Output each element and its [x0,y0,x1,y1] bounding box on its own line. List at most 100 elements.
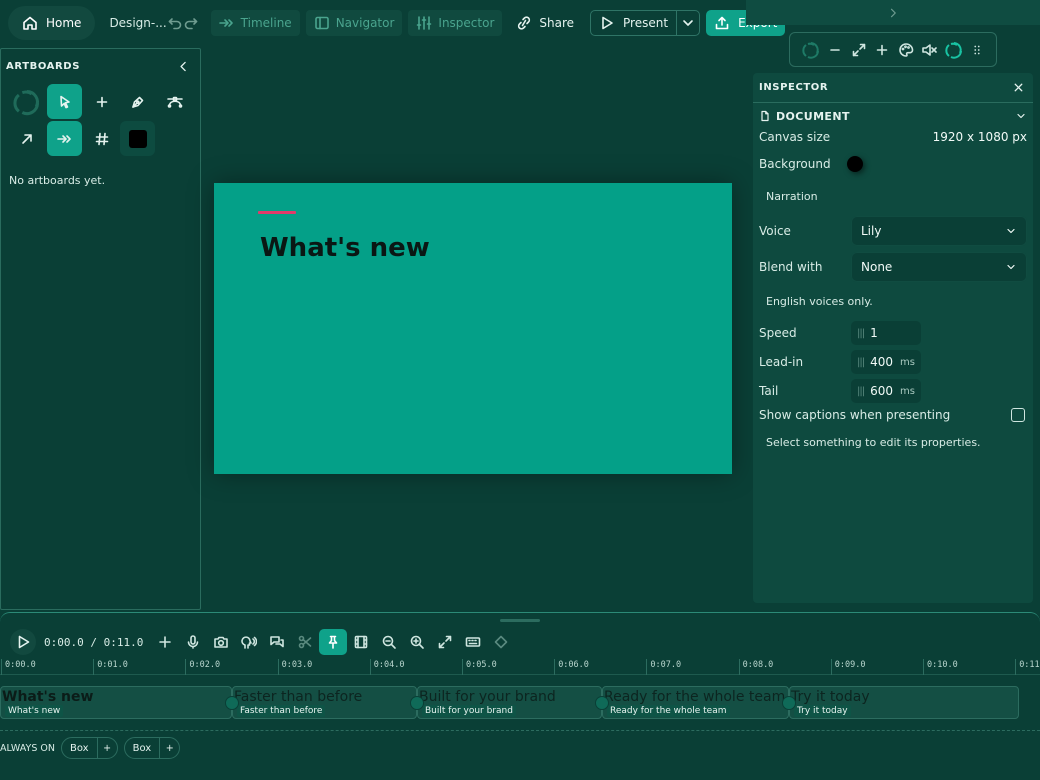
document-name[interactable]: Design-... [109,16,166,30]
inspector-title: INSPECTOR [759,82,829,93]
document-section-title: DOCUMENT [776,109,850,123]
always-on-add-button[interactable]: + [96,738,117,758]
clip-label: What's new [5,705,64,717]
navigator-toggle[interactable]: Navigator [305,10,403,36]
slide-title[interactable]: What's new [260,233,430,263]
view-controls [789,32,997,67]
timeline-resize-handle[interactable] [500,619,540,622]
pen-tool[interactable] [120,84,155,119]
always-on-chip[interactable]: Box + [123,737,181,759]
pin-button[interactable] [319,629,348,655]
speed-input[interactable]: ||| 1 [851,321,921,345]
top-toolbar: Home Design-... Timeline Navigator Inspe… [0,0,786,46]
logo-tool[interactable] [9,84,44,119]
motion-tool[interactable] [47,121,82,156]
time-ruler[interactable]: 0:00.0 0:01.0 0:02.0 0:03.0 0:04.0 0:05.0 0:06… [0,659,1040,675]
inspector-toggle[interactable]: Inspector [408,10,503,36]
voice-select[interactable]: Lily [851,216,1027,246]
transition-handle[interactable] [782,696,796,710]
leadin-input[interactable]: ||| 400 ms [851,350,921,374]
speaking-head-icon [241,636,258,649]
document-icon [761,110,769,122]
add-tool[interactable] [84,84,119,119]
home-button[interactable]: Home [8,6,96,40]
timeline-toggle[interactable]: Timeline [210,10,300,36]
timeline-clip[interactable]: Try it today Try it today [789,686,1019,719]
play-icon [18,635,30,649]
undo-button[interactable] [167,10,183,36]
color-swatch-tool[interactable] [120,121,155,156]
ruler-tick: 0:09.0 [830,659,866,675]
snapshot-button[interactable] [207,629,235,655]
filmstrip-button[interactable] [347,629,375,655]
always-on-chip[interactable]: Box + [61,737,118,759]
palette-icon [898,42,914,57]
arrow-tool[interactable] [9,121,44,156]
chevron-right-icon [890,8,896,17]
ruler-tick: 0:04.0 [369,659,405,675]
ruler-tick: 0:07.0 [646,659,681,675]
ai-assistant-button[interactable] [945,41,963,59]
captions-checkbox[interactable] [1011,408,1025,422]
timeline-clip[interactable]: Ready for the whole team Ready for the wh… [602,686,789,719]
tail-row: Tail ||| 600 ms [759,379,1027,403]
background-color-picker[interactable] [847,156,863,172]
time-divider: / [90,635,97,649]
play-button[interactable] [10,629,36,655]
logo-icon [802,41,820,59]
tail-input[interactable]: ||| 600 ms [851,379,921,403]
grid-tool[interactable] [84,121,119,156]
timeline-clip[interactable]: Built for your brand Built for your brand [417,686,602,719]
comments-button[interactable] [263,629,291,655]
record-audio-button[interactable] [179,629,207,655]
redo-button[interactable] [183,10,199,36]
keyframe-button[interactable] [487,629,515,655]
canvas-size-row: Canvas size 1920 x 1080 px [759,130,1027,144]
present-button[interactable]: Present [591,11,678,35]
theme-button[interactable] [898,42,914,58]
clip-label: Built for your brand [422,705,516,717]
slide-canvas[interactable]: What's new [214,183,732,474]
share-button[interactable]: Share [508,10,582,36]
voice-select-value: Lily [861,224,882,238]
add-button[interactable] [151,629,179,655]
split-button[interactable] [291,629,319,655]
clip-label: Ready for the whole team [607,705,730,717]
blend-select[interactable]: None [851,252,1027,282]
scrub-handle-icon[interactable]: ||| [857,357,865,368]
timeline-clip[interactable]: What's new What's new [0,686,232,719]
transition-handle[interactable] [225,696,239,710]
ruler-tick: 0:00.0 [1,659,36,675]
always-on-label: ALWAYS ON [0,742,55,754]
fit-timeline-button[interactable] [431,629,459,655]
close-inspector-button[interactable] [1012,81,1025,94]
scrub-handle-icon[interactable]: ||| [857,328,865,339]
select-tool[interactable] [47,84,82,119]
curve-tool[interactable] [157,84,192,119]
home-icon [23,16,37,30]
navigator-toggle-label: Navigator [335,16,395,30]
zoom-in-button[interactable] [874,42,890,58]
leadin-unit: ms [900,356,915,368]
timeline-clip[interactable]: Faster than before Faster than before [232,686,417,719]
scrub-handle-icon[interactable]: ||| [857,386,865,397]
zoom-out-timeline-button[interactable] [375,629,403,655]
transition-handle[interactable] [410,696,424,710]
minus-icon [830,48,841,51]
collapse-artboards-button[interactable] [177,60,190,73]
present-options-button[interactable] [677,15,699,31]
transition-handle[interactable] [595,696,609,710]
document-section-header[interactable]: DOCUMENT [753,103,1033,129]
always-on-add-button[interactable]: + [159,738,179,758]
keyboard-shortcuts-button[interactable] [459,629,487,655]
drag-handle-icon[interactable] [970,43,984,57]
ruler-tick: 0:03.0 [277,659,312,675]
close-icon [1014,83,1023,92]
zoom-out-button[interactable] [827,42,843,58]
fit-button[interactable] [851,42,867,58]
speed-label: Speed [759,326,797,340]
zoom-in-timeline-button[interactable] [403,629,431,655]
mute-button[interactable] [921,42,938,58]
voiceover-button[interactable] [235,629,263,655]
right-panel-collapse-bar[interactable] [746,0,1040,25]
